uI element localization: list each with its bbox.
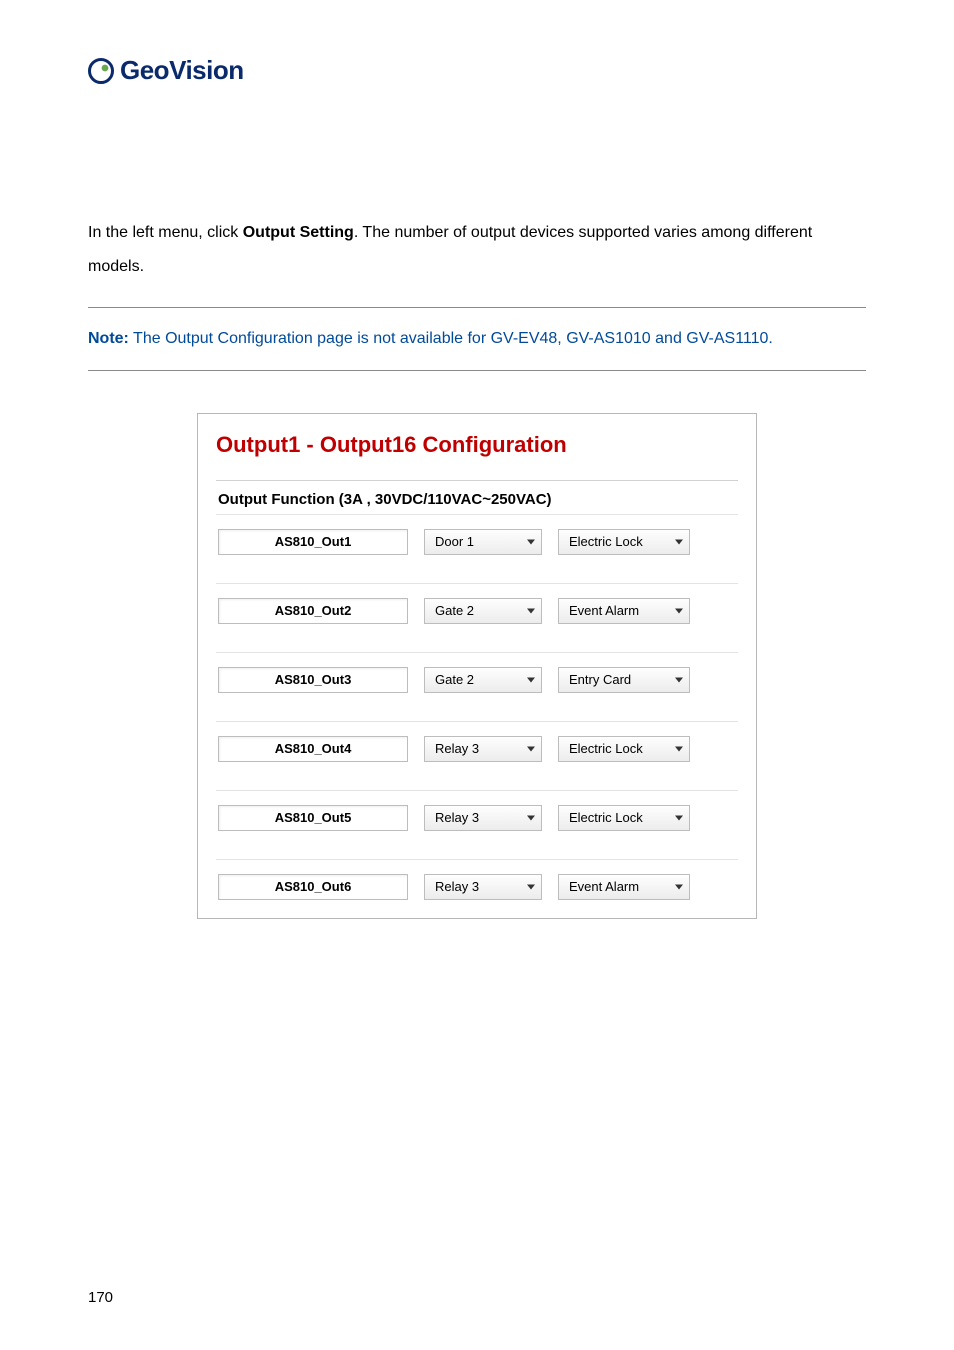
note-paragraph: Note: The Output Configuration page is n… xyxy=(88,322,866,356)
chevron-down-icon xyxy=(527,608,535,613)
function-select[interactable]: Electric Lock xyxy=(558,529,690,555)
page-number: 170 xyxy=(88,1289,113,1306)
select-value: Electric Lock xyxy=(569,534,643,549)
select-value: Entry Card xyxy=(569,672,631,687)
function-select[interactable]: Event Alarm xyxy=(558,874,690,900)
output-name-input[interactable] xyxy=(218,529,408,555)
select-value: Relay 3 xyxy=(435,810,479,825)
output-name-input[interactable] xyxy=(218,598,408,624)
chevron-down-icon xyxy=(675,746,683,751)
select-value: Door 1 xyxy=(435,534,474,549)
function-select[interactable]: Electric Lock xyxy=(558,736,690,762)
output-row: Relay 3 Electric Lock xyxy=(216,721,738,790)
select-value: Gate 2 xyxy=(435,603,474,618)
output-row: Relay 3 Electric Lock xyxy=(216,790,738,859)
intro-paragraph: In the left menu, click Output Setting. … xyxy=(88,216,866,283)
function-select[interactable]: Electric Lock xyxy=(558,805,690,831)
brand-name: GeoVision xyxy=(120,55,244,86)
note-body: The Output Configuration page is not ava… xyxy=(129,330,773,347)
divider xyxy=(88,370,866,371)
chevron-down-icon xyxy=(527,677,535,682)
select-value: Event Alarm xyxy=(569,879,639,894)
panel-subtitle: Output Function (3A , 30VDC/110VAC~250VA… xyxy=(218,491,738,508)
output-row: Gate 2 Entry Card xyxy=(216,652,738,721)
output-name-input[interactable] xyxy=(218,805,408,831)
output-row: Relay 3 Event Alarm xyxy=(216,859,738,906)
source-select[interactable]: Relay 3 xyxy=(424,736,542,762)
intro-pre: In the left menu, click xyxy=(88,224,243,241)
output-name-input[interactable] xyxy=(218,736,408,762)
source-select[interactable]: Relay 3 xyxy=(424,874,542,900)
source-select[interactable]: Relay 3 xyxy=(424,805,542,831)
intro-bold: Output Setting xyxy=(243,224,354,241)
select-value: Event Alarm xyxy=(569,603,639,618)
chevron-down-icon xyxy=(527,815,535,820)
select-value: Relay 3 xyxy=(435,741,479,756)
select-value: Relay 3 xyxy=(435,879,479,894)
select-value: Gate 2 xyxy=(435,672,474,687)
select-value: Electric Lock xyxy=(569,741,643,756)
select-value: Electric Lock xyxy=(569,810,643,825)
source-select[interactable]: Gate 2 xyxy=(424,667,542,693)
source-select[interactable]: Door 1 xyxy=(424,529,542,555)
panel-title: Output1 - Output16 Configuration xyxy=(216,432,738,458)
output-row: Gate 2 Event Alarm xyxy=(216,583,738,652)
chevron-down-icon xyxy=(527,884,535,889)
chevron-down-icon xyxy=(675,815,683,820)
source-select[interactable]: Gate 2 xyxy=(424,598,542,624)
function-select[interactable]: Entry Card xyxy=(558,667,690,693)
note-label: Note: xyxy=(88,330,129,347)
logo-icon xyxy=(88,58,114,84)
divider xyxy=(88,307,866,308)
function-select[interactable]: Event Alarm xyxy=(558,598,690,624)
output-name-input[interactable] xyxy=(218,667,408,693)
chevron-down-icon xyxy=(527,746,535,751)
chevron-down-icon xyxy=(675,608,683,613)
output-name-input[interactable] xyxy=(218,874,408,900)
chevron-down-icon xyxy=(675,539,683,544)
chevron-down-icon xyxy=(675,677,683,682)
chevron-down-icon xyxy=(527,539,535,544)
brand-logo: GeoVision xyxy=(88,55,866,86)
chevron-down-icon xyxy=(675,884,683,889)
output-config-panel: Output1 - Output16 Configuration Output … xyxy=(197,413,757,919)
output-row: Door 1 Electric Lock xyxy=(216,514,738,583)
